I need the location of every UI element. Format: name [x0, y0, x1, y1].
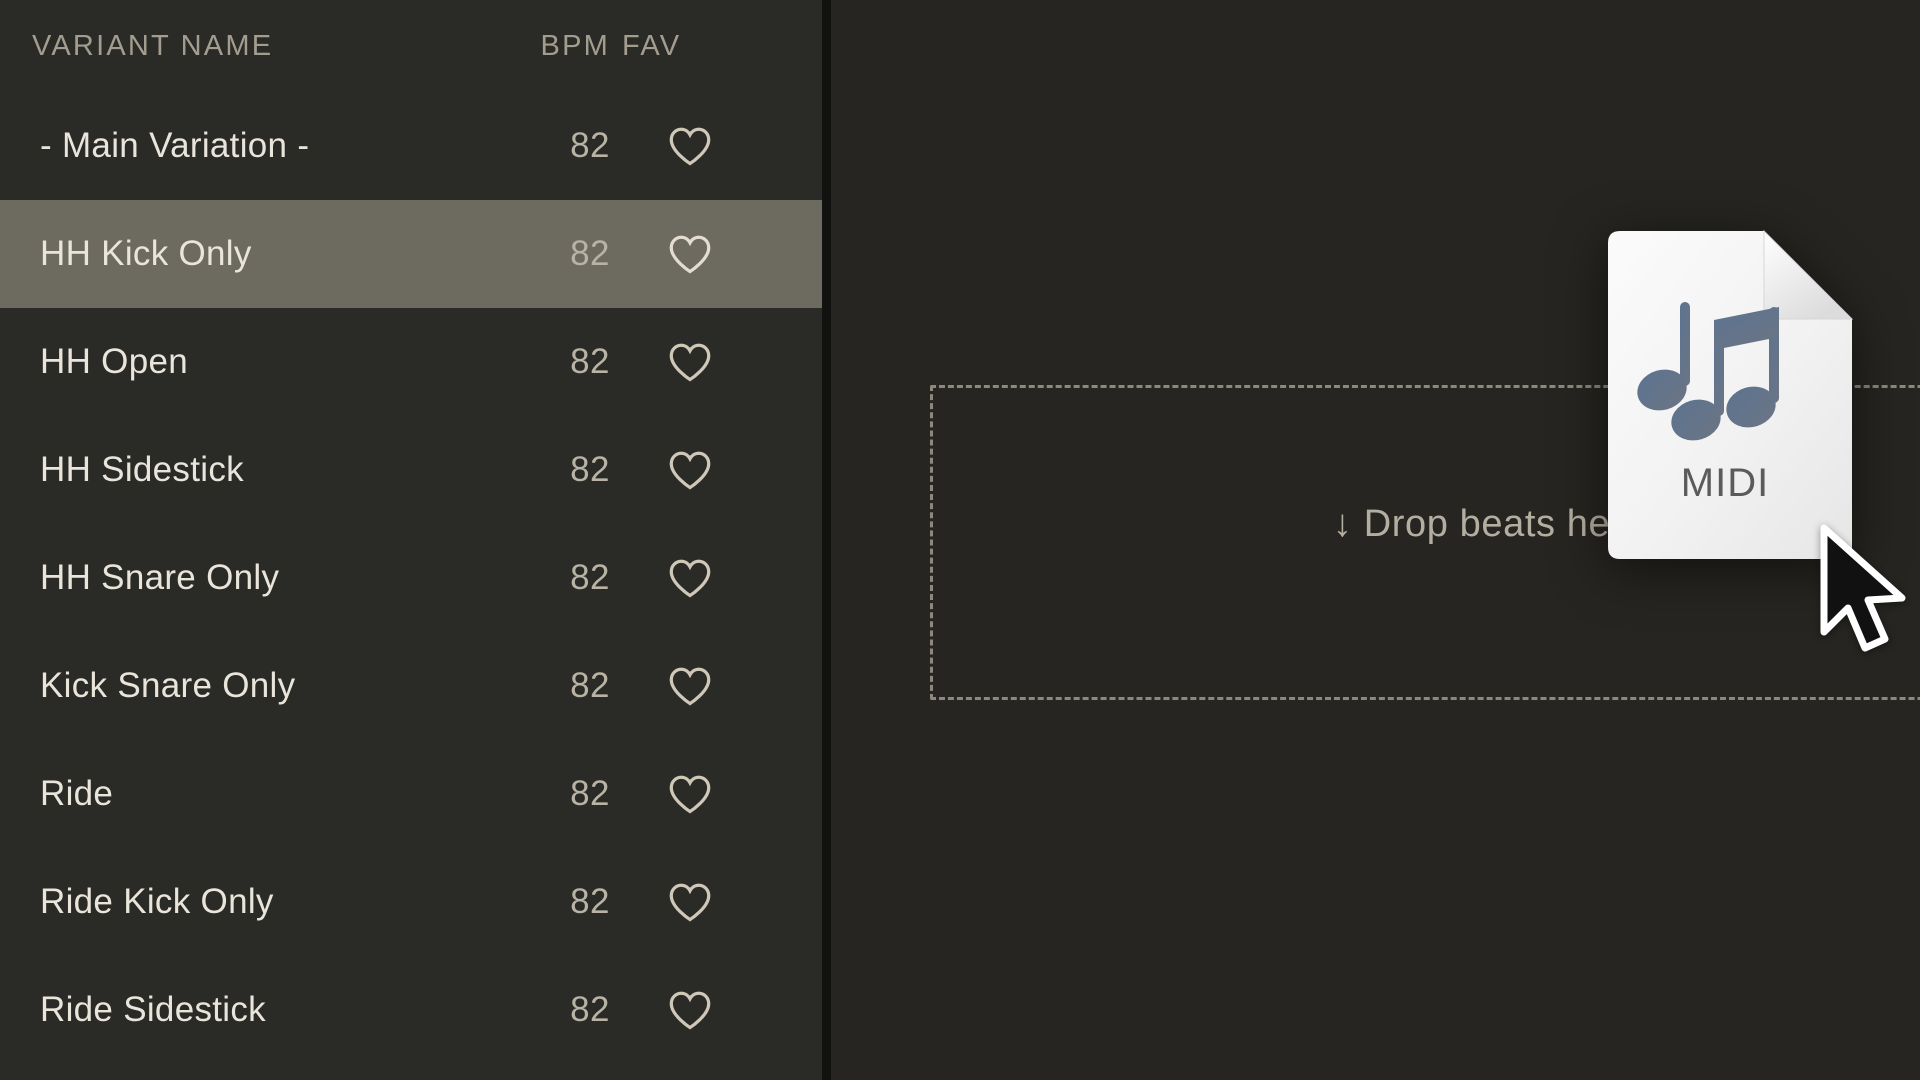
variant-bpm: 82 — [570, 234, 610, 273]
variant-row[interactable]: Ride Kick Only 82 — [0, 848, 822, 956]
variant-bpm: 82 — [570, 666, 610, 705]
midi-drag-ghost[interactable]: MIDI — [1596, 229, 1854, 561]
variant-table: VARIANT NAME BPM FAV - Main Variation - 8… — [0, 0, 822, 1064]
variant-name: Ride — [40, 774, 114, 813]
variant-table-header: VARIANT NAME BPM FAV — [0, 0, 822, 92]
variant-row[interactable]: Kick Snare Only 82 — [0, 632, 822, 740]
variant-row[interactable]: Ride 82 — [0, 740, 822, 848]
heart-outline-icon[interactable] — [610, 773, 770, 815]
file-document-icon — [1608, 229, 1854, 559]
heart-outline-icon[interactable] — [610, 449, 770, 491]
variant-row[interactable]: HH Snare Only 82 — [0, 524, 822, 632]
variant-list-panel: VARIANT NAME BPM FAV - Main Variation - 8… — [0, 0, 822, 1080]
variant-row[interactable]: - Main Variation - 82 — [0, 92, 822, 200]
variant-rows: - Main Variation -82 HH Kick Only 82 HH Ope… — [0, 92, 822, 1064]
variant-bpm: 82 — [570, 990, 610, 1029]
column-header-variant-name[interactable]: VARIANT NAME — [0, 30, 460, 63]
heart-outline-icon[interactable] — [610, 881, 770, 923]
variant-bpm: 82 — [570, 558, 610, 597]
column-header-fav[interactable]: FAV — [610, 30, 782, 63]
variant-bpm: 82 — [570, 450, 610, 489]
arrangement-panel: ↓ Drop beats here MIDI — [822, 0, 1920, 1080]
variant-row[interactable]: Ride Sidestick 82 — [0, 956, 822, 1064]
variant-row[interactable]: HH Open 82 — [0, 308, 822, 416]
variant-name: Ride Sidestick — [40, 990, 266, 1029]
heart-outline-icon[interactable] — [610, 233, 770, 275]
variant-row[interactable]: HH Sidestick 82 — [0, 416, 822, 524]
variant-name: HH Kick Only — [40, 234, 252, 273]
variant-bpm: 82 — [570, 882, 610, 921]
variant-bpm: 82 — [570, 126, 610, 165]
column-header-bpm[interactable]: BPM — [460, 30, 610, 63]
heart-outline-icon[interactable] — [610, 341, 770, 383]
variant-name: HH Snare Only — [40, 558, 280, 597]
mouse-pointer-icon — [1818, 524, 1914, 656]
variant-name: Ride Kick Only — [40, 882, 274, 921]
variant-row[interactable]: HH Kick Only 82 — [0, 200, 822, 308]
heart-outline-icon[interactable] — [610, 125, 770, 167]
heart-outline-icon[interactable] — [610, 989, 770, 1031]
panel-divider — [822, 0, 831, 1080]
variant-bpm: 82 — [570, 342, 610, 381]
variant-name: Kick Snare Only — [40, 666, 296, 705]
variant-name: HH Sidestick — [40, 450, 244, 489]
variant-name: - Main Variation - — [40, 126, 310, 165]
heart-outline-icon[interactable] — [610, 557, 770, 599]
app-root: VARIANT NAME BPM FAV - Main Variation - 8… — [0, 0, 1920, 1080]
heart-outline-icon[interactable] — [610, 665, 770, 707]
variant-bpm: 82 — [570, 774, 610, 813]
variant-name: HH Open — [40, 342, 188, 381]
